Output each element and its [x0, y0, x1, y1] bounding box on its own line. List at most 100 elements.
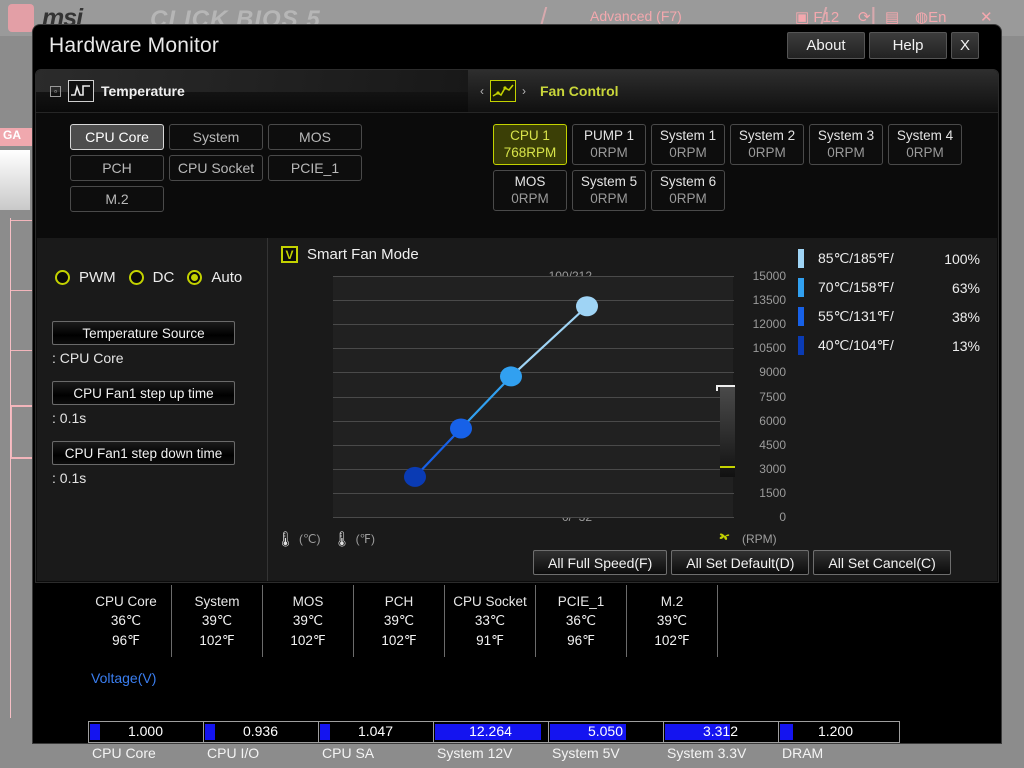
fan-rpm: 0RPM	[748, 144, 786, 160]
voltage-label: CPU SA	[322, 745, 375, 761]
legend-swatch	[798, 307, 804, 326]
radio-dc[interactable]	[128, 270, 144, 285]
legend-value: 100%	[944, 250, 980, 267]
temp-readout-mos: MOS 39℃ 102℉	[263, 585, 354, 657]
collapse-checkbox-icon[interactable]: ▫	[50, 85, 61, 97]
temp-celsius: 39℃	[656, 613, 688, 629]
fan-button-system-3[interactable]: System 3 0RPM	[809, 124, 883, 165]
temp-name: CPU Core	[95, 593, 157, 609]
window-buttons: About Help X	[787, 32, 979, 59]
temp-celsius: 39℃	[383, 613, 415, 629]
voltage-item: 0.936 CPU I/O	[203, 721, 318, 761]
legend-label: 55℃/131℉/	[818, 308, 894, 324]
temp-name: PCH	[384, 593, 414, 609]
all-set-default-button[interactable]: All Set Default(D)	[671, 550, 810, 575]
temperature-section-title: Temperature	[101, 83, 185, 99]
fan-button-system-5[interactable]: System 5 0RPM	[572, 170, 646, 211]
fan-icon	[716, 528, 734, 549]
temp-source-cpu-socket[interactable]: CPU Socket	[169, 155, 263, 181]
curve-point-40c[interactable]	[404, 466, 426, 487]
fan-settings-column: PWM DC Auto Temperature Source : CPU Cor…	[37, 238, 268, 581]
help-button[interactable]: Help	[869, 32, 947, 59]
close-button[interactable]: X	[951, 32, 979, 59]
right-axis-tick: 9000	[759, 365, 786, 379]
fan-curve-plot[interactable]	[333, 276, 733, 518]
fan-button-system-4[interactable]: System 4 0RPM	[888, 124, 962, 165]
next-page-arrow-icon[interactable]: ›	[522, 84, 526, 98]
bios-game-boost-badge: GA	[0, 128, 33, 146]
voltage-end-cap	[893, 721, 900, 743]
voltage-item: 12.264 System 12V	[433, 721, 548, 761]
temperature-graph-icon	[68, 80, 94, 102]
temp-source-system[interactable]: System	[169, 124, 263, 150]
legend-row[interactable]: 55℃/131℉/ 38%	[798, 302, 980, 331]
prev-page-arrow-icon[interactable]: ‹	[480, 84, 484, 98]
fan-rpm: 0RPM	[827, 144, 865, 160]
fan-rpm: 0RPM	[669, 190, 707, 206]
curve-point-55c[interactable]	[450, 418, 472, 439]
radio-pwm[interactable]	[55, 270, 70, 285]
right-axis-tick: 10500	[752, 341, 786, 355]
fan-button-system-6[interactable]: System 6 0RPM	[651, 170, 725, 211]
radio-auto[interactable]	[187, 270, 203, 285]
fan-rpm: 0RPM	[511, 190, 549, 206]
fan-rpm: 0RPM	[906, 144, 944, 160]
curve-point-85c[interactable]	[576, 296, 598, 317]
temp-celsius: 36℃	[565, 613, 597, 629]
right-axis-tick: 3000	[759, 462, 786, 476]
fan-control-section-header: ‹ › Fan Control	[468, 70, 998, 112]
legend-value: 38%	[951, 308, 980, 325]
temp-readout-cpu-core: CPU Core 36℃ 96℉	[81, 585, 172, 657]
voltage-label: System 3.3V	[667, 745, 747, 761]
temp-celsius: 36℃	[110, 613, 142, 629]
fan-button-system-1[interactable]: System 1 0RPM	[651, 124, 725, 165]
step-down-time-button[interactable]: CPU Fan1 step down time	[52, 441, 235, 465]
voltage-item: 3.312 System 3.3V	[663, 721, 778, 761]
smart-fan-mode-row: V Smart Fan Mode	[281, 246, 419, 263]
celsius-unit-label: (℃)	[299, 532, 321, 546]
bios-left-rule	[10, 218, 11, 718]
temp-fahrenheit: 102℉	[381, 632, 417, 648]
temp-fahrenheit: 102℉	[199, 632, 235, 648]
rpm-unit-label: (RPM)	[742, 531, 777, 546]
right-tick-dash	[723, 276, 734, 277]
fan-curve-column: V Smart Fan Mode 100/21290/19480/17670/1…	[268, 238, 997, 581]
legend-row[interactable]: 40℃/104℉/ 13%	[798, 331, 980, 360]
thermometer-fahrenheit-icon: 🌡	[332, 531, 352, 548]
fan-button-mos[interactable]: MOS 0RPM	[493, 170, 567, 211]
all-full-speed-button[interactable]: All Full Speed(F)	[533, 550, 668, 575]
fan-control-section-title: Fan Control	[540, 83, 619, 99]
fan-button-system-2[interactable]: System 2 0RPM	[730, 124, 804, 165]
voltage-value: 1.047	[357, 723, 394, 739]
radio-pwm-label: PWM	[79, 269, 116, 286]
legend-row[interactable]: 70℃/158℉/ 63%	[798, 273, 980, 302]
step-up-time-button[interactable]: CPU Fan1 step up time	[52, 381, 235, 405]
fan-button-cpu-1[interactable]: CPU 1 768RPM	[493, 124, 567, 165]
all-set-cancel-button[interactable]: All Set Cancel(C)	[813, 550, 951, 575]
monitor-panel: ▫ Temperature ‹ › Fan Control CPU Core S…	[35, 69, 999, 583]
fan-label: System 1	[659, 127, 717, 143]
right-axis-tick: 0	[779, 510, 786, 524]
smart-fan-mode-checkbox[interactable]: V	[281, 246, 298, 263]
fan-label: System 4	[896, 127, 954, 143]
temp-source-mos[interactable]: MOS	[268, 124, 362, 150]
msi-dragon-logo-icon	[8, 4, 34, 32]
temp-source-pch[interactable]: PCH	[70, 155, 164, 181]
temperature-section-header: ▫ Temperature	[50, 80, 185, 102]
curve-point-70c[interactable]	[500, 366, 522, 387]
voltage-bars: 1.000 CPU Core 0.936 CPU I/O 1.047 CPU SA 12.2…	[88, 721, 900, 761]
about-button[interactable]: About	[787, 32, 865, 59]
gauge-base	[720, 466, 735, 468]
temp-source-cpu-core[interactable]: CPU Core	[70, 124, 164, 150]
fan-label: System 6	[659, 173, 717, 189]
curve-segment	[460, 375, 512, 430]
voltage-label: DRAM	[782, 745, 824, 761]
screenshot-f12-icon: ▣ F12	[795, 9, 840, 26]
panel-header: ▫ Temperature ‹ › Fan Control	[36, 70, 998, 113]
legend-row[interactable]: 85℃/185℉/ 100%	[798, 244, 980, 273]
temp-source-pcie-1[interactable]: PCIE_1	[268, 155, 362, 181]
temp-celsius: 39℃	[292, 613, 324, 629]
temp-source-m2[interactable]: M.2	[70, 186, 164, 212]
fan-button-pump-1[interactable]: PUMP 1 0RPM	[572, 124, 646, 165]
temperature-source-button[interactable]: Temperature Source	[52, 321, 235, 345]
